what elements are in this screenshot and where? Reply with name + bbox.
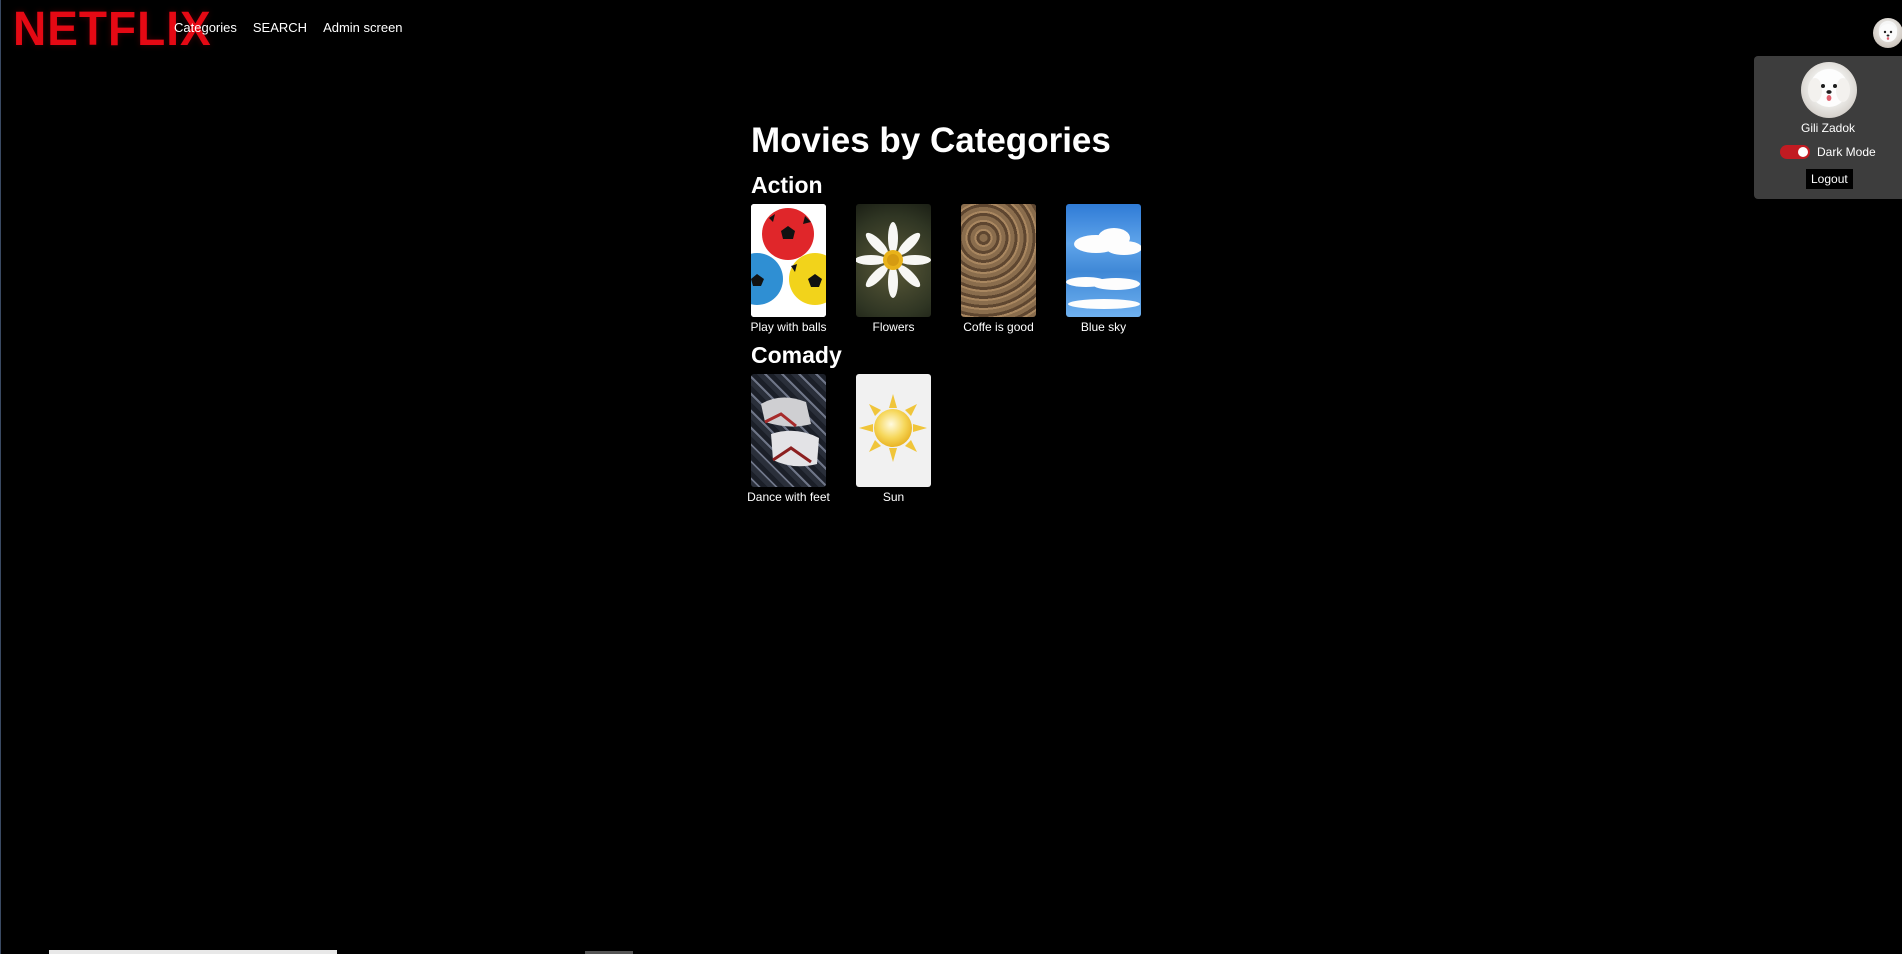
coffee-beans-poster[interactable]	[961, 204, 1036, 317]
dog-avatar-icon	[1808, 69, 1850, 107]
category-title-comady: Comady	[751, 342, 842, 368]
scrollbar-thumb[interactable]	[49, 950, 337, 954]
page-title: Movies by Categories	[751, 121, 1111, 160]
movie-title[interactable]: Flowers	[839, 320, 949, 334]
sun-icon	[859, 394, 927, 462]
profile-dropdown: Gili Zadok Dark Mode Logout	[1754, 56, 1902, 199]
daisy-poster[interactable]	[856, 204, 931, 317]
logout-button[interactable]: Logout	[1806, 169, 1853, 189]
profile-avatar	[1801, 62, 1857, 118]
sneakers-poster[interactable]	[751, 374, 826, 487]
profile-avatar-button[interactable]	[1873, 18, 1902, 48]
soccer-balls-image	[751, 204, 826, 317]
sneakers-image	[761, 397, 819, 467]
dog-avatar-icon	[1879, 24, 1897, 42]
movie-title[interactable]: Sun	[839, 490, 949, 504]
nav-search-link[interactable]: SEARCH	[253, 20, 307, 35]
movie-title[interactable]: Dance with feet	[734, 490, 844, 504]
dark-mode-label: Dark Mode	[1817, 145, 1876, 159]
sky-clouds-poster[interactable]	[1066, 204, 1141, 317]
movie-card[interactable]: Coffe is good	[961, 204, 1036, 334]
category-title-action: Action	[751, 172, 823, 198]
soccer-balls-poster[interactable]	[751, 204, 826, 317]
nav-admin-screen-link[interactable]: Admin screen	[323, 20, 402, 35]
sun-poster[interactable]	[856, 374, 931, 487]
nav-categories-link[interactable]: Categories	[174, 20, 237, 35]
dark-mode-toggle[interactable]	[1780, 145, 1810, 159]
movie-card[interactable]: Blue sky	[1066, 204, 1141, 334]
clouds-image	[1066, 228, 1141, 309]
movie-card[interactable]: Sun	[856, 374, 931, 504]
top-navbar: NETFLIX Categories SEARCH Admin screen	[1, 0, 1902, 56]
movie-title[interactable]: Coffe is good	[944, 320, 1054, 334]
movie-card[interactable]: Play with balls	[750, 204, 827, 334]
movie-title[interactable]: Blue sky	[1049, 320, 1159, 334]
dark-mode-control: Dark Mode	[1780, 145, 1876, 159]
daisy-image	[856, 222, 931, 298]
main-content: Movies by Categories Action Play with ba…	[747, 118, 1141, 506]
movie-title[interactable]: Play with balls	[734, 320, 844, 334]
movie-card[interactable]: Flowers	[856, 204, 931, 334]
profile-name: Gili Zadok	[1800, 121, 1856, 135]
category-row-comady: Dance with feet Sun	[747, 374, 1141, 504]
category-row-action: Play with balls Flowers Coffe is good Bl…	[750, 204, 1141, 334]
app-window: NETFLIX Categories SEARCH Admin screen G…	[0, 0, 1902, 954]
main-nav: Categories SEARCH Admin screen	[174, 20, 403, 35]
movie-card[interactable]: Dance with feet	[747, 374, 830, 504]
